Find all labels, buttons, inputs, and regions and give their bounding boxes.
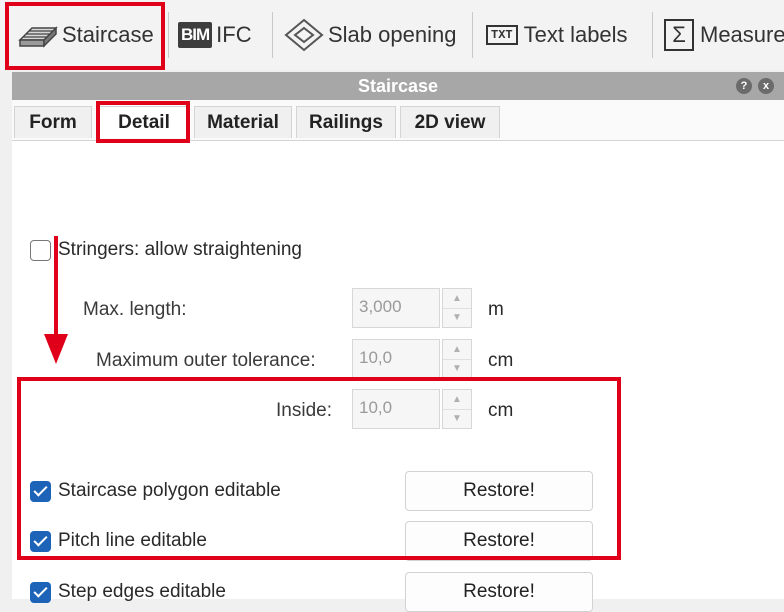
- inside-tolerance-stepper[interactable]: ▲ ▼: [442, 389, 472, 429]
- slab-opening-icon: [284, 18, 324, 52]
- bim-icon: BIM: [178, 22, 213, 48]
- stringers-label: Stringers: allow straightening: [58, 239, 302, 260]
- panel-tabs: Form Detail Material Railings 2D view: [12, 102, 784, 140]
- staircase-tool-label: Staircase: [62, 22, 154, 47]
- close-icon[interactable]: x: [758, 78, 774, 94]
- ifc-tool-button[interactable]: BIM IFC: [178, 8, 252, 62]
- staircase-icon: [18, 20, 58, 50]
- spin-up-icon[interactable]: ▲: [443, 390, 471, 410]
- slab-opening-tool-button[interactable]: Slab opening: [284, 8, 456, 62]
- max-length-stepper[interactable]: ▲ ▼: [442, 288, 472, 328]
- tab-detail[interactable]: Detail: [98, 106, 190, 138]
- slab-opening-tool-label: Slab opening: [328, 22, 457, 47]
- inside-tolerance-unit: cm: [488, 400, 514, 421]
- spin-up-icon[interactable]: ▲: [443, 340, 471, 360]
- tab-railings[interactable]: Railings: [296, 106, 396, 138]
- staircase-panel: Staircase ? x Form Detail Material Raili…: [12, 72, 784, 612]
- tab-2d-view[interactable]: 2D view: [400, 106, 500, 138]
- help-icon[interactable]: ?: [736, 78, 752, 94]
- toolbar-separator: [652, 12, 653, 58]
- restore-pitch-line-button[interactable]: Restore!: [405, 521, 593, 561]
- restore-step-edges-button[interactable]: Restore!: [405, 572, 593, 612]
- pitch-line-editable-label: Pitch line editable: [58, 530, 207, 551]
- outer-tolerance-unit: cm: [488, 350, 514, 371]
- max-length-input[interactable]: 3,000: [352, 288, 440, 328]
- outer-tolerance-stepper[interactable]: ▲ ▼: [442, 339, 472, 379]
- inside-tolerance-input[interactable]: 10,0: [352, 389, 440, 429]
- polygon-editable-label: Staircase polygon editable: [58, 480, 281, 501]
- tab-material[interactable]: Material: [194, 106, 292, 138]
- outer-tolerance-input[interactable]: 10,0: [352, 339, 440, 379]
- spin-down-icon[interactable]: ▼: [443, 409, 471, 428]
- toolbar-separator: [272, 12, 273, 58]
- spin-up-icon[interactable]: ▲: [443, 289, 471, 309]
- panel-titlebar: Staircase ? x: [12, 72, 784, 100]
- text-labels-tool-label: Text labels: [523, 22, 628, 47]
- restore-polygon-button[interactable]: Restore!: [405, 471, 593, 511]
- spin-down-icon[interactable]: ▼: [443, 308, 471, 327]
- ifc-tool-label: IFC: [216, 22, 252, 47]
- panel-title: Staircase: [357, 75, 439, 96]
- toolbar-separator: [168, 12, 169, 58]
- step-edges-editable-checkbox[interactable]: [30, 582, 51, 603]
- text-labels-icon: TXT: [486, 25, 518, 45]
- toolbar: Staircase BIM IFC Slab opening TXT Text …: [0, 0, 784, 70]
- text-labels-tool-button[interactable]: TXT Text labels: [486, 8, 628, 62]
- step-edges-editable-label: Step edges editable: [58, 581, 226, 602]
- max-length-label: Max. length:: [83, 299, 187, 320]
- measure-tool-button[interactable]: Σ Measure: [664, 8, 784, 62]
- outer-tolerance-label: Maximum outer tolerance:: [96, 350, 316, 371]
- detail-tab-content: Stringers: allow straightening Max. leng…: [12, 140, 784, 612]
- toolbar-separator: [472, 12, 473, 58]
- max-length-unit: m: [488, 299, 504, 320]
- measure-tool-label: Measure: [700, 22, 784, 47]
- polygon-editable-checkbox[interactable]: [30, 481, 51, 502]
- inside-tolerance-label: Inside:: [276, 400, 332, 421]
- tab-form[interactable]: Form: [14, 106, 92, 138]
- inside-tolerance-spinner[interactable]: 10,0 ▲ ▼: [352, 389, 474, 429]
- sigma-icon: Σ: [664, 19, 694, 51]
- spin-down-icon[interactable]: ▼: [443, 359, 471, 378]
- pitch-line-editable-checkbox[interactable]: [30, 531, 51, 552]
- annotation-arrow-icon: [44, 236, 68, 364]
- max-length-spinner[interactable]: 3,000 ▲ ▼: [352, 288, 474, 328]
- staircase-tool-button[interactable]: Staircase: [18, 8, 154, 62]
- outer-tolerance-spinner[interactable]: 10,0 ▲ ▼: [352, 339, 474, 379]
